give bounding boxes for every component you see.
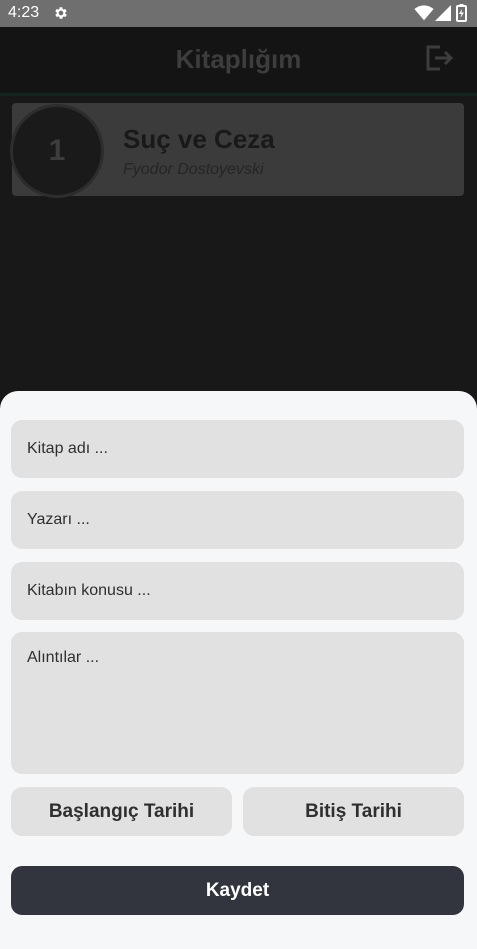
author-input[interactable]: Yazarı ... xyxy=(11,491,464,549)
end-date-button[interactable]: Bitiş Tarihi xyxy=(243,787,464,836)
gear-icon xyxy=(55,7,67,19)
topic-input[interactable]: Kitabın konusu ... xyxy=(11,562,464,620)
book-number-badge: 1 xyxy=(10,104,104,198)
status-bar: 4:23 xyxy=(0,0,477,27)
app-bar: Kitaplığım xyxy=(0,27,477,96)
book-title: Suç ve Ceza xyxy=(123,124,275,154)
status-time: 4:23 xyxy=(8,4,40,21)
app-title: Kitaplığım xyxy=(175,44,302,74)
logout-icon[interactable] xyxy=(424,43,454,73)
quotes-textarea[interactable]: Alıntılar ... xyxy=(11,632,464,774)
book-name-input[interactable]: Kitap adı ... xyxy=(11,420,464,478)
book-author: Fyodor Dostoyevski xyxy=(123,161,264,178)
start-date-button[interactable]: Başlangıç Tarihi xyxy=(11,787,232,836)
wifi-icon xyxy=(414,5,434,21)
save-button[interactable]: Kaydet xyxy=(11,866,464,915)
battery-icon xyxy=(456,4,467,22)
cell-signal-icon xyxy=(435,5,451,21)
